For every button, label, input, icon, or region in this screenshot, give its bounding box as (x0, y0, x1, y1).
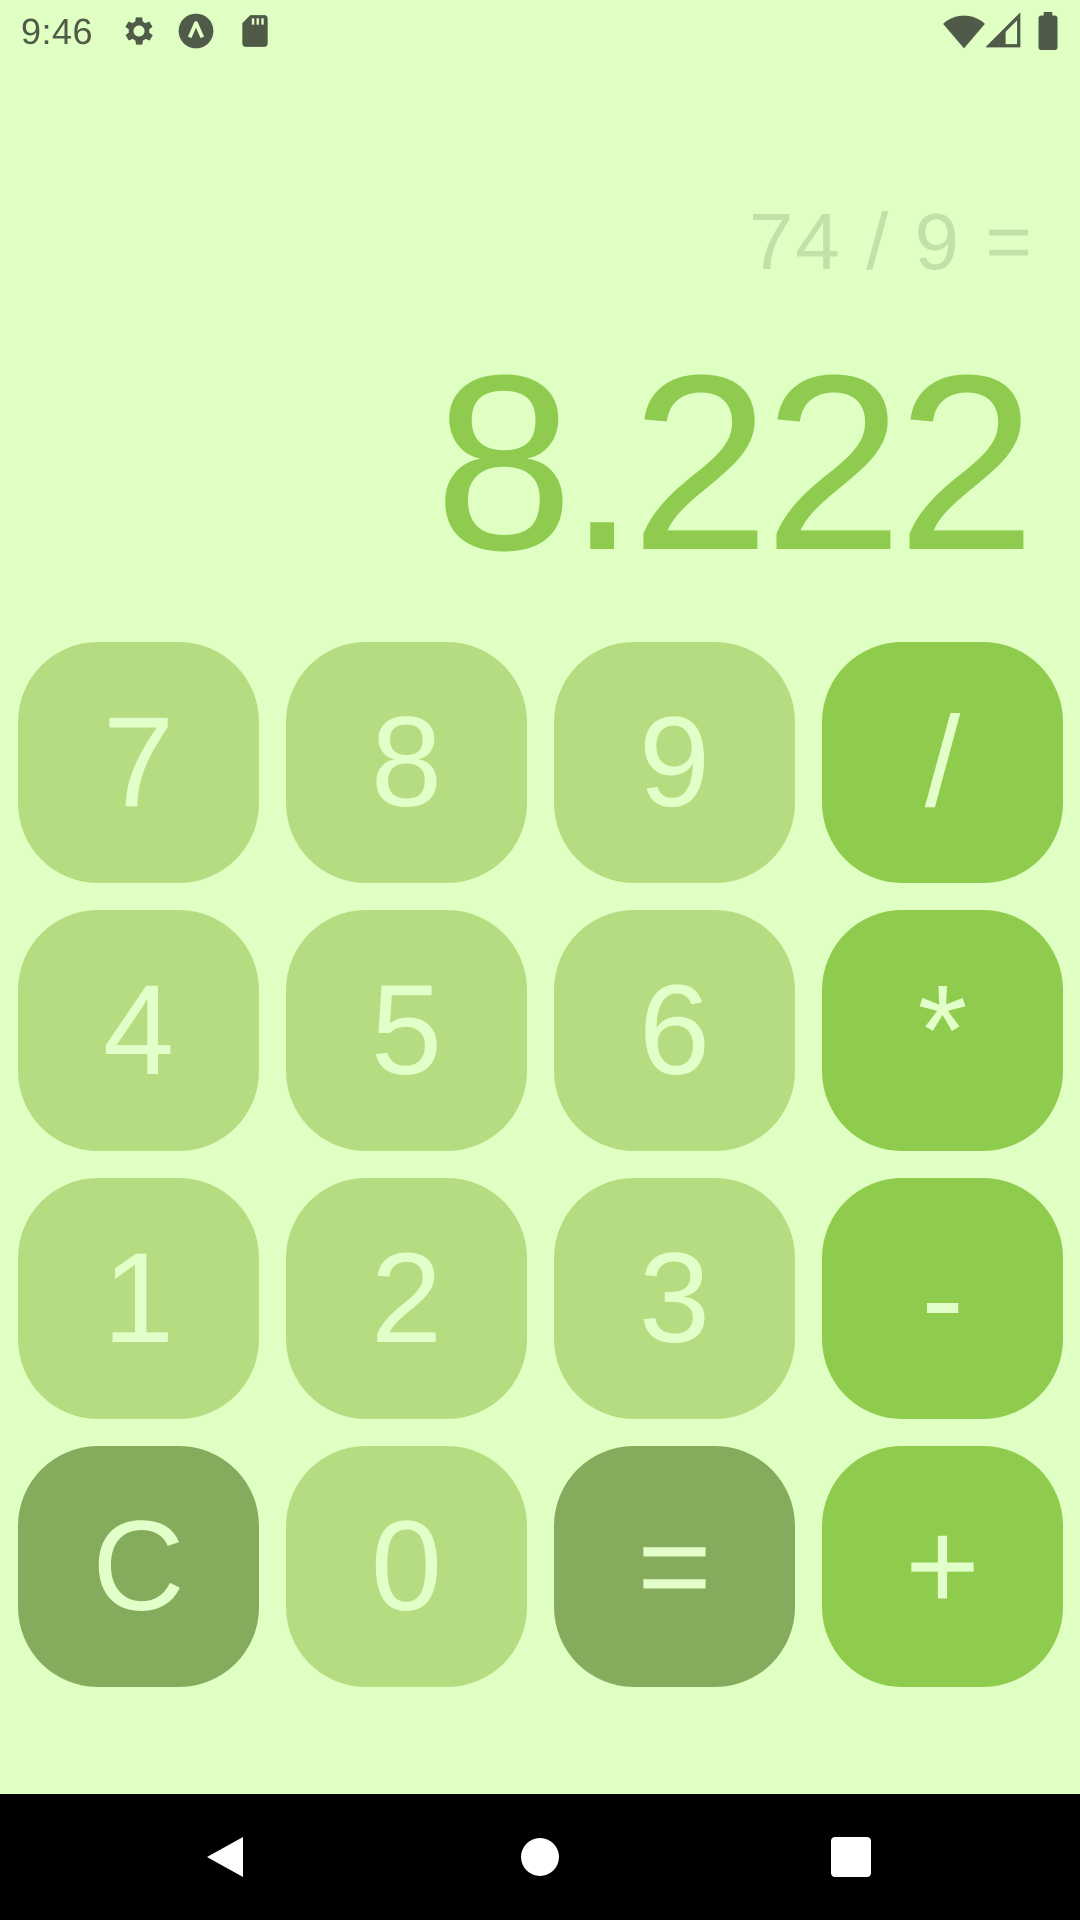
key-label: 4 (102, 958, 175, 1102)
key-label: = (637, 1494, 712, 1638)
expression-display: 74 / 9 = (748, 197, 1034, 286)
key-4[interactable]: 4 (18, 910, 259, 1151)
recents-button[interactable] (791, 1794, 911, 1920)
key-0[interactable]: 0 (286, 1446, 527, 1687)
key-label: 2 (370, 1226, 443, 1370)
home-icon (521, 1838, 559, 1876)
key-label: 5 (370, 958, 443, 1102)
gear-icon (125, 17, 153, 45)
result-display: 8.222 (434, 323, 1036, 602)
key-label: 1 (102, 1226, 175, 1370)
back-icon (207, 1837, 243, 1877)
key-label: * (917, 958, 968, 1102)
app-notification-icon (178, 13, 214, 49)
key-9[interactable]: 9 (554, 642, 795, 883)
wifi-icon (943, 15, 985, 49)
clear-button[interactable]: C (18, 1446, 259, 1687)
key-8[interactable]: 8 (286, 642, 527, 883)
key-5[interactable]: 5 (286, 910, 527, 1151)
key-label: 3 (638, 1226, 711, 1370)
key-label: 6 (638, 958, 711, 1102)
divide-button[interactable]: / (822, 642, 1063, 883)
sd-card-icon (242, 15, 268, 47)
key-3[interactable]: 3 (554, 1178, 795, 1419)
key-6[interactable]: 6 (554, 910, 795, 1151)
back-button[interactable] (165, 1794, 285, 1920)
keypad: 7 8 9 / 4 5 6 * 1 2 3 - C 0 = + (18, 642, 1063, 1687)
key-label: 8 (370, 690, 443, 834)
recents-icon (831, 1837, 871, 1877)
status-bar: 9:46 (0, 0, 1080, 63)
signal-icon (986, 12, 1021, 48)
key-label: - (921, 1226, 964, 1370)
add-button[interactable]: + (822, 1446, 1063, 1687)
equals-button[interactable]: = (554, 1446, 795, 1687)
key-label: / (924, 690, 961, 834)
key-label: + (905, 1494, 980, 1638)
key-2[interactable]: 2 (286, 1178, 527, 1419)
multiply-button[interactable]: * (822, 910, 1063, 1151)
key-label: 7 (102, 690, 175, 834)
battery-icon (1038, 12, 1058, 50)
subtract-button[interactable]: - (822, 1178, 1063, 1419)
status-time: 9:46 (21, 11, 94, 52)
key-1[interactable]: 1 (18, 1178, 259, 1419)
home-button[interactable] (480, 1794, 600, 1920)
key-label: 0 (370, 1494, 443, 1638)
key-label: 9 (638, 690, 711, 834)
key-7[interactable]: 7 (18, 642, 259, 883)
navigation-bar (0, 1794, 1080, 1920)
key-label: C (92, 1494, 185, 1638)
